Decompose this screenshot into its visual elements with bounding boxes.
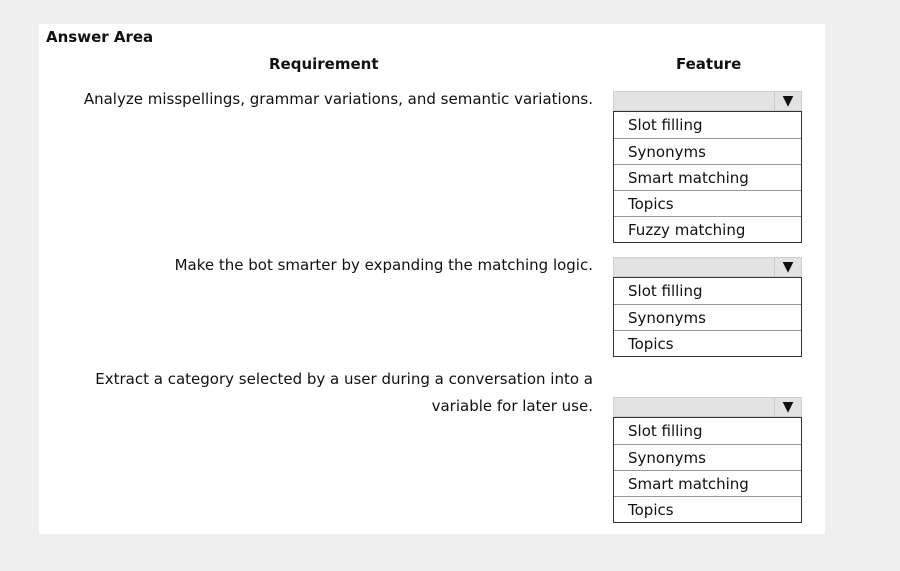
requirement-3-line-1: Extract a category selected by a user du… — [95, 370, 593, 388]
option-slot-filling[interactable]: Slot filling — [614, 418, 801, 444]
requirement-2: Make the bot smarter by expanding the ma… — [175, 252, 593, 279]
feature-dropdown-3[interactable]: ▼ Slot filling Synonyms Smart matching T… — [613, 397, 802, 523]
option-synonyms[interactable]: Synonyms — [614, 138, 801, 164]
requirement-2-line-1: Make the bot smarter by expanding the ma… — [174, 256, 593, 274]
dropdown-1-options: Slot filling Synonyms Smart matching Top… — [613, 111, 802, 243]
dropdown-3-options: Slot filling Synonyms Smart matching Top… — [613, 417, 802, 523]
option-slot-filling[interactable]: Slot filling — [614, 112, 801, 138]
requirement-header: Requirement — [269, 55, 379, 73]
feature-dropdown-1[interactable]: ▼ Slot filling Synonyms Smart matching T… — [613, 91, 802, 243]
option-synonyms[interactable]: Synonyms — [614, 304, 801, 330]
option-synonyms[interactable]: Synonyms — [614, 444, 801, 470]
option-smart-matching[interactable]: Smart matching — [614, 470, 801, 496]
option-topics[interactable]: Topics — [614, 496, 801, 522]
chevron-down-icon[interactable]: ▼ — [774, 258, 801, 276]
requirement-1: Analyze misspellings, grammar variations… — [84, 86, 593, 113]
requirement-3-line-2: variable for later use. — [431, 397, 593, 415]
dropdown-1-selector[interactable]: ▼ — [613, 91, 802, 111]
requirement-3: Extract a category selected by a user du… — [95, 366, 593, 420]
option-slot-filling[interactable]: Slot filling — [614, 278, 801, 304]
dropdown-2-selector[interactable]: ▼ — [613, 257, 802, 277]
chevron-down-icon[interactable]: ▼ — [774, 92, 801, 110]
feature-header: Feature — [676, 55, 742, 73]
option-topics[interactable]: Topics — [614, 330, 801, 356]
dropdown-3-selector[interactable]: ▼ — [613, 397, 802, 417]
feature-dropdown-2[interactable]: ▼ Slot filling Synonyms Topics — [613, 257, 802, 357]
dropdown-2-options: Slot filling Synonyms Topics — [613, 277, 802, 357]
requirement-1-line-1: Analyze misspellings, grammar variations… — [83, 90, 593, 108]
chevron-down-icon[interactable]: ▼ — [774, 398, 801, 416]
answer-area-title: Answer Area — [46, 28, 154, 46]
option-topics[interactable]: Topics — [614, 190, 801, 216]
option-fuzzy-matching[interactable]: Fuzzy matching — [614, 216, 801, 242]
option-smart-matching[interactable]: Smart matching — [614, 164, 801, 190]
